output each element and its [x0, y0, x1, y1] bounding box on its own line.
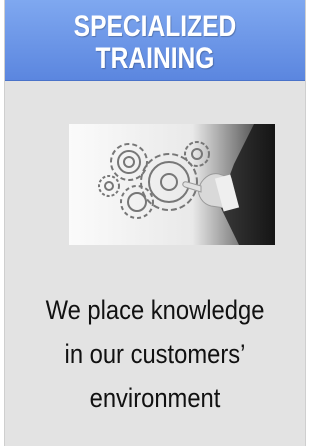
- tagline-line2: in our customers’: [64, 339, 246, 369]
- tagline-line1: We place knowledge: [45, 295, 265, 325]
- gears-hand-icon: [69, 124, 275, 245]
- header-title-line2: TRAINING: [95, 42, 215, 75]
- header-title-line1: SPECIALIZED: [73, 10, 237, 43]
- tagline-line3: environment: [89, 383, 221, 413]
- card-header: SPECIALIZED TRAINING: [5, 0, 305, 81]
- gears-hand-image: [69, 124, 275, 245]
- training-card: SPECIALIZED TRAINING We place knowledge …: [4, 0, 306, 446]
- tagline: We place knowledge in our customers’ env…: [5, 288, 305, 420]
